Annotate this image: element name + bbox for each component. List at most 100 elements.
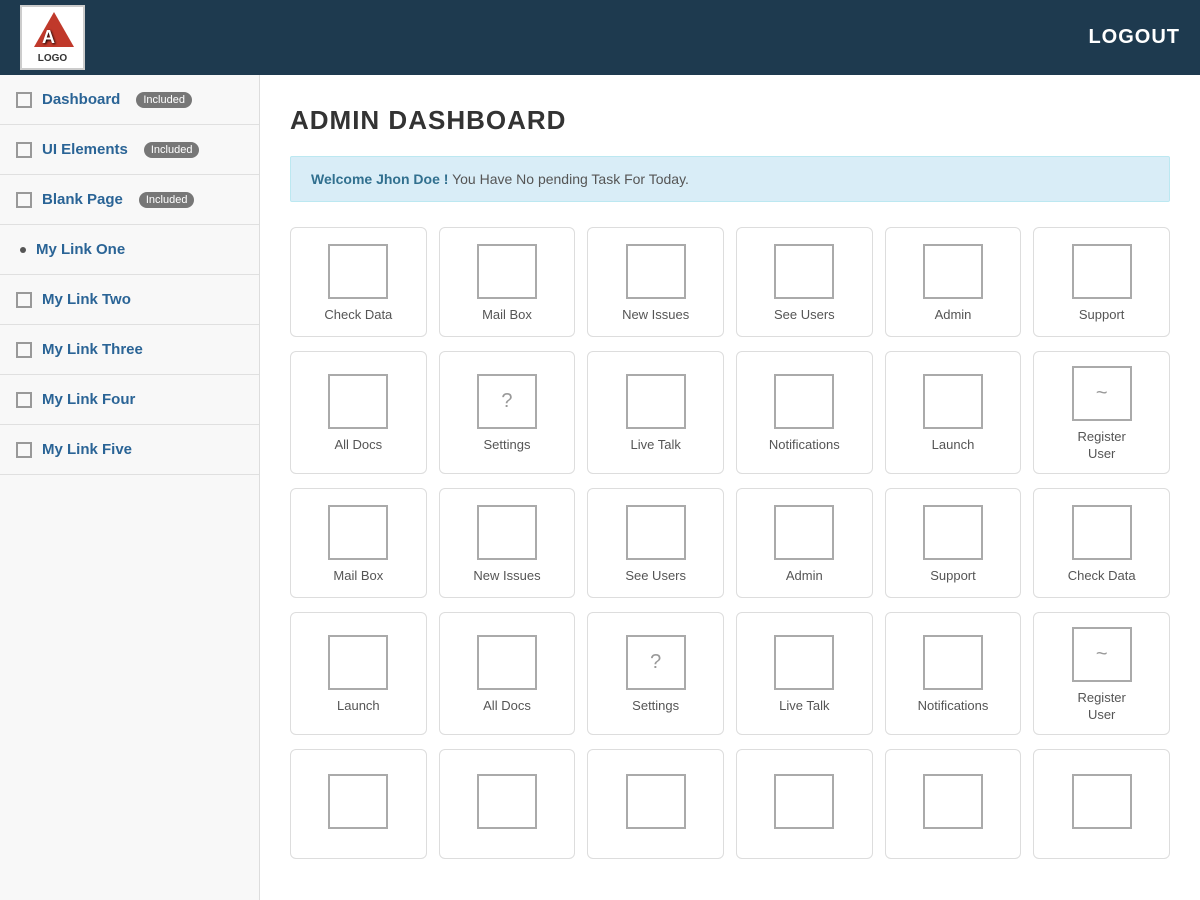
sidebar-item-my-link-five[interactable]: My Link Five xyxy=(0,425,259,475)
card-label: All Docs xyxy=(334,437,382,454)
card-label: Admin xyxy=(935,307,972,324)
welcome-banner: Welcome Jhon Doe ! You Have No pending T… xyxy=(290,156,1170,202)
card-icon xyxy=(774,505,834,560)
card-4-2[interactable] xyxy=(587,749,724,859)
card-label: Mail Box xyxy=(333,568,383,585)
card-icon xyxy=(774,635,834,690)
logo-area: A LOGO xyxy=(20,5,85,70)
card-4-3[interactable] xyxy=(736,749,873,859)
card-label: New Issues xyxy=(473,568,540,585)
card-icon: ~ xyxy=(1072,366,1132,421)
card-4-4[interactable] xyxy=(885,749,1022,859)
card-icon xyxy=(477,774,537,829)
card-icon xyxy=(1072,505,1132,560)
checkbox-icon xyxy=(16,192,32,208)
sidebar-item-my-link-four[interactable]: My Link Four xyxy=(0,375,259,425)
card-label: Live Talk xyxy=(630,437,680,454)
card-label: Check Data xyxy=(324,307,392,324)
card-0-1[interactable]: Mail Box xyxy=(439,227,576,337)
card-label: Live Talk xyxy=(779,698,829,715)
card-icon xyxy=(477,505,537,560)
card-0-4[interactable]: Admin xyxy=(885,227,1022,337)
logo-box: A LOGO xyxy=(20,5,85,70)
card-label: Check Data xyxy=(1068,568,1136,585)
card-icon xyxy=(626,374,686,429)
layout: Dashboard Included UI ElementsIncludedBlan… xyxy=(0,75,1200,900)
card-label: Settings xyxy=(632,698,679,715)
logo-letter-icon: A xyxy=(42,27,55,48)
card-label: Settings xyxy=(484,437,531,454)
card-4-1[interactable] xyxy=(439,749,576,859)
sidebar-item-label: My Link Two xyxy=(42,291,131,308)
card-3-1[interactable]: All Docs xyxy=(439,612,576,735)
card-icon xyxy=(1072,244,1132,299)
card-label: Support xyxy=(1079,307,1125,324)
card-0-2[interactable]: New Issues xyxy=(587,227,724,337)
card-1-4[interactable]: Launch xyxy=(885,351,1022,474)
card-icon xyxy=(626,774,686,829)
sidebar: Dashboard Included UI ElementsIncludedBlan… xyxy=(0,75,260,900)
card-icon xyxy=(328,374,388,429)
card-2-0[interactable]: Mail Box xyxy=(290,488,427,598)
sidebar-item-blank-page[interactable]: Blank PageIncluded xyxy=(0,175,259,225)
card-label: Register User xyxy=(1077,690,1125,724)
card-grid-row-2: Mail Box New Issues See UsersAdminSupport C… xyxy=(290,488,1170,598)
card-3-0[interactable]: Launch xyxy=(290,612,427,735)
sidebar-badge: Included xyxy=(136,92,192,108)
dot-icon xyxy=(20,247,26,253)
sidebar-item-my-link-three[interactable]: My Link Three xyxy=(0,325,259,375)
card-grid-row-3: Launch All Docs ?Settings Live Talk Notifica… xyxy=(290,612,1170,735)
main-content: ADMIN DASHBOARD Welcome Jhon Doe ! You H… xyxy=(260,75,1200,900)
sidebar-item-dashboard[interactable]: Dashboard Included xyxy=(0,75,259,125)
card-2-3[interactable]: Admin xyxy=(736,488,873,598)
card-label: Launch xyxy=(932,437,975,454)
sidebar-item-ui-elements[interactable]: UI ElementsIncluded xyxy=(0,125,259,175)
card-grid-row-0: Check Data Mail Box New Issues See Users Adm… xyxy=(290,227,1170,337)
sidebar-item-label: Dashboard xyxy=(42,91,120,108)
card-icon xyxy=(923,374,983,429)
checkbox-icon xyxy=(16,142,32,158)
card-icon xyxy=(1072,774,1132,829)
card-1-1[interactable]: ?Settings xyxy=(439,351,576,474)
card-4-0[interactable] xyxy=(290,749,427,859)
header: A LOGO LOGOUT xyxy=(0,0,1200,75)
card-3-4[interactable]: Notifications xyxy=(885,612,1022,735)
card-2-1[interactable]: New Issues xyxy=(439,488,576,598)
card-0-3[interactable]: See Users xyxy=(736,227,873,337)
card-grid-row-4 xyxy=(290,749,1170,859)
card-icon: ~ xyxy=(1072,627,1132,682)
card-grid-row-1: All Docs ?Settings Live Talk Notifications L… xyxy=(290,351,1170,474)
card-1-2[interactable]: Live Talk xyxy=(587,351,724,474)
card-2-5[interactable]: Check Data xyxy=(1033,488,1170,598)
card-2-4[interactable]: Support xyxy=(885,488,1022,598)
sidebar-item-my-link-one[interactable]: My Link One xyxy=(0,225,259,275)
card-3-2[interactable]: ?Settings xyxy=(587,612,724,735)
card-1-5[interactable]: ~Register User xyxy=(1033,351,1170,474)
card-0-5[interactable]: Support xyxy=(1033,227,1170,337)
checkbox-icon xyxy=(16,292,32,308)
card-icon xyxy=(923,244,983,299)
card-icon xyxy=(626,244,686,299)
card-3-3[interactable]: Live Talk xyxy=(736,612,873,735)
card-1-3[interactable]: Notifications xyxy=(736,351,873,474)
logout-button[interactable]: LOGOUT xyxy=(1088,26,1180,49)
card-4-5[interactable] xyxy=(1033,749,1170,859)
checkbox-icon xyxy=(16,442,32,458)
card-label: See Users xyxy=(774,307,835,324)
card-icon xyxy=(774,374,834,429)
card-3-5[interactable]: ~ Register User xyxy=(1033,612,1170,735)
card-icon xyxy=(328,244,388,299)
card-icon xyxy=(477,244,537,299)
sidebar-item-my-link-two[interactable]: My Link Two xyxy=(0,275,259,325)
card-icon xyxy=(923,505,983,560)
card-1-0[interactable]: All Docs xyxy=(290,351,427,474)
welcome-message: You Have No pending Task For Today. xyxy=(448,171,689,187)
card-icon xyxy=(477,635,537,690)
card-2-2[interactable]: See Users xyxy=(587,488,724,598)
card-label: New Issues xyxy=(622,307,689,324)
card-0-0[interactable]: Check Data xyxy=(290,227,427,337)
card-label: Launch xyxy=(337,698,380,715)
card-icon xyxy=(774,774,834,829)
sidebar-badge: Included xyxy=(139,192,195,208)
card-label: All Docs xyxy=(483,698,531,715)
